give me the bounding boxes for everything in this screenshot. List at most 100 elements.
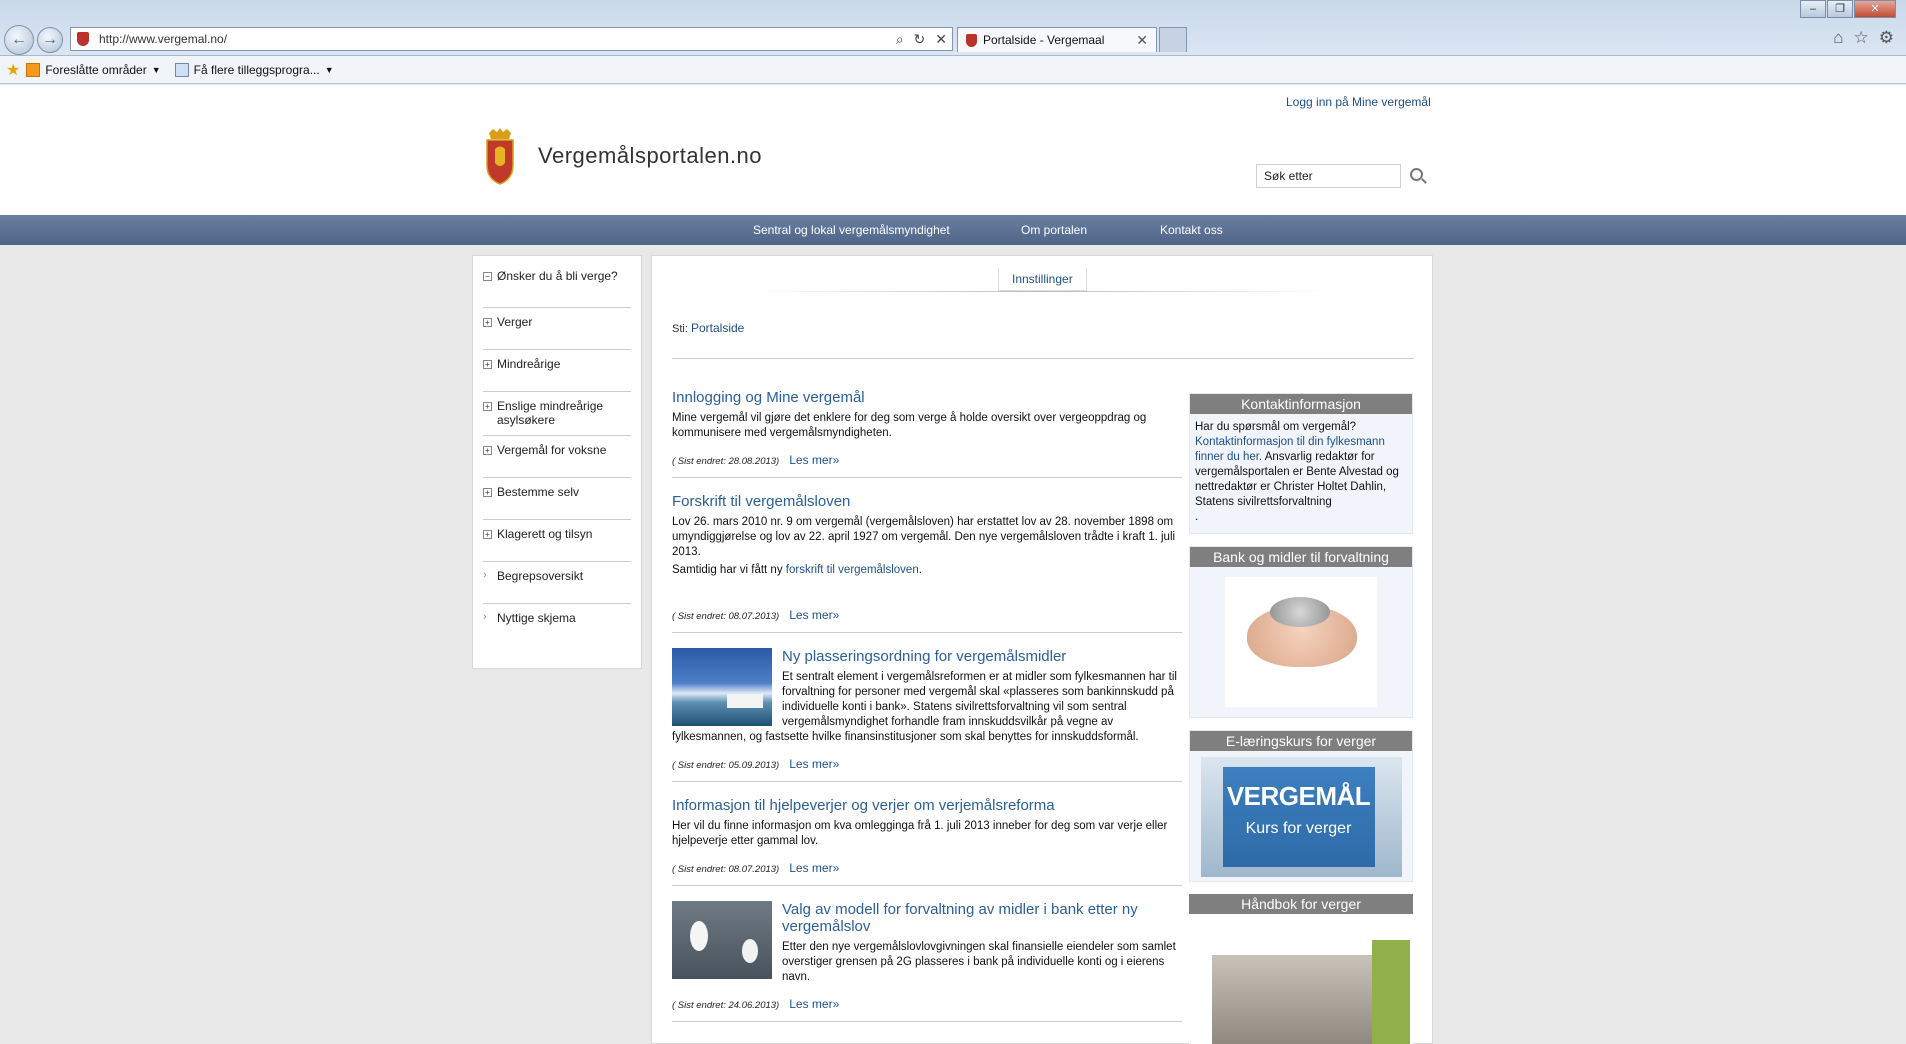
handbook-image[interactable] xyxy=(1192,940,1410,1044)
restore-icon[interactable]: ❐ xyxy=(1827,0,1853,18)
stop-icon[interactable]: ✕ xyxy=(935,31,947,48)
search-icon[interactable] xyxy=(1410,168,1423,181)
sidebar-item-adults[interactable]: + Vergemål for voksne xyxy=(483,436,631,478)
article-updated: ( Sist endret: 28.08.2013) xyxy=(672,456,780,467)
article-body: Her vil du finne informasjon om kva omle… xyxy=(672,820,1168,847)
site-favicon-icon xyxy=(77,32,89,46)
article-title-link[interactable]: Valg av modell for forvaltning av midler… xyxy=(782,901,1138,935)
site-name[interactable]: Vergemålsportalen.no xyxy=(538,143,762,169)
article-item: Forskrift til vergemålsloven Lov 26. mar… xyxy=(672,493,1182,633)
article-title-link[interactable]: Forskrift til vergemålsloven xyxy=(672,493,850,510)
expand-icon[interactable]: + xyxy=(483,530,492,539)
sidebar-item-asylum-minors[interactable]: + Enslige mindreårige asylsøkere xyxy=(483,392,631,436)
handbook-box: Håndbok for verger xyxy=(1189,894,1413,1044)
coat-of-arms-logo[interactable] xyxy=(484,127,516,185)
sidebar-item-label: Nyttige skjema xyxy=(497,611,576,625)
sidebar-item-label: Verger xyxy=(497,315,533,329)
main-menu: Sentral og lokal vergemålsmyndighet Om p… xyxy=(0,215,1906,245)
sidebar-item-label: Klagerett og tilsyn xyxy=(497,527,593,541)
read-more-link[interactable]: Les mer» xyxy=(789,453,839,467)
chevron-down-icon: ▼ xyxy=(151,64,161,75)
minimize-icon[interactable]: – xyxy=(1800,0,1826,18)
browser-toolbar-icons: ⌂ ☆ ⚙ xyxy=(1833,28,1894,48)
window-close-icon[interactable]: ✕ xyxy=(1854,0,1896,18)
sidebar-item-forms[interactable]: › Nyttige skjema xyxy=(483,604,631,646)
article-updated: ( Sist endret: 24.06.2013) xyxy=(672,1000,780,1011)
read-more-link[interactable]: Les mer» xyxy=(789,861,839,875)
favorites-star-icon[interactable]: ☆ xyxy=(1854,28,1869,48)
expand-icon[interactable]: + xyxy=(483,488,492,497)
settings-divider xyxy=(752,291,1332,292)
regulation-link[interactable]: forskrift til vergemålsloven xyxy=(786,564,919,576)
menu-item-authority[interactable]: Sentral og lokal vergemålsmyndighet xyxy=(753,223,950,237)
read-more-link[interactable]: Les mer» xyxy=(789,757,839,771)
expand-icon[interactable]: + xyxy=(483,318,492,327)
article-thumbnail-harbor[interactable] xyxy=(672,648,772,726)
tab-close-icon[interactable]: ✕ xyxy=(1136,32,1148,49)
menu-item-about[interactable]: Om portalen xyxy=(1021,223,1087,237)
elearning-box: E-læringskurs for verger VERGEMÅL Kurs f… xyxy=(1189,730,1413,882)
favorites-item-addons[interactable]: Få flere tilleggsprogra... ▼ xyxy=(174,62,334,77)
address-url[interactable]: http://www.vergemal.no/ xyxy=(99,32,891,46)
article-body: Mine vergemål vil gjøre det enklere for … xyxy=(672,412,1147,439)
collapse-icon[interactable]: − xyxy=(483,272,492,281)
read-more-link[interactable]: Les mer» xyxy=(789,997,839,1011)
expand-icon[interactable]: + xyxy=(483,446,492,455)
favorites-item-label: Få flere tilleggsprogra... xyxy=(193,62,320,77)
home-icon[interactable]: ⌂ xyxy=(1833,28,1843,48)
back-icon[interactable]: ← xyxy=(4,25,34,55)
settings-tab[interactable]: Innstillinger xyxy=(998,268,1087,291)
right-sidebar: Kontaktinformasjon Har du spørsmål om ve… xyxy=(1189,393,1413,1044)
elearning-banner-subtitle: Kurs for verger xyxy=(1245,820,1352,837)
chevron-right-icon: › xyxy=(483,611,487,623)
expand-icon[interactable]: + xyxy=(483,360,492,369)
sidebar-item-label: Vergemål for voksne xyxy=(497,443,607,457)
login-link[interactable]: Logg inn på Mine vergemål xyxy=(1286,95,1431,109)
article-item: Ny plasseringsordning for vergemålsmidle… xyxy=(672,648,1182,782)
coins-hands-image[interactable] xyxy=(1225,577,1377,707)
favorites-item-suggested[interactable]: Foreslåtte områder ▼ xyxy=(26,62,161,77)
article-thumbnail-swans[interactable] xyxy=(672,901,772,979)
refresh-icon[interactable]: ↻ xyxy=(914,31,926,48)
tab-title: Portalside - Vergemaal xyxy=(983,33,1105,47)
address-bar[interactable]: http://www.vergemal.no/ ⌕ ↻ ✕ xyxy=(70,27,953,51)
box-title: E-læringskurs for verger xyxy=(1190,731,1412,751)
search-input[interactable]: Søk etter xyxy=(1256,164,1401,188)
sidebar-item-become-guardian[interactable]: − Ønsker du å bli verge? xyxy=(483,266,631,308)
expand-icon[interactable]: + xyxy=(483,402,492,411)
article-title-link[interactable]: Ny plasseringsordning for vergemålsmidle… xyxy=(782,648,1066,665)
window-controls: – ❐ ✕ xyxy=(1799,0,1896,18)
elearning-banner[interactable]: VERGEMÅL Kurs for verger xyxy=(1200,757,1402,877)
sidebar-item-guardians[interactable]: + Verger xyxy=(483,308,631,350)
gear-icon[interactable]: ⚙ xyxy=(1879,28,1894,48)
sidebar-item-minors[interactable]: + Mindreårige xyxy=(483,350,631,392)
read-more-link[interactable]: Les mer» xyxy=(789,608,839,622)
menu-item-contact[interactable]: Kontakt oss xyxy=(1160,223,1223,237)
sidebar-item-complaints[interactable]: + Klagerett og tilsyn xyxy=(483,520,631,562)
sidebar-item-label: Enslige mindreårige asylsøkere xyxy=(497,399,604,427)
browser-tab[interactable]: Portalside - Vergemaal ✕ xyxy=(957,27,1157,52)
contact-trailing: . xyxy=(1195,511,1199,523)
article-title-link[interactable]: Innlogging og Mine vergemål xyxy=(672,389,865,406)
bank-box: Bank og midler til forvaltning xyxy=(1189,546,1413,718)
new-tab-button[interactable] xyxy=(1159,27,1187,52)
favorites-icon[interactable]: ★ xyxy=(6,60,20,80)
site-header: Logg inn på Mine vergemål Vergemålsporta… xyxy=(0,85,1906,215)
forward-icon[interactable]: → xyxy=(37,27,63,53)
main-content: Innstillinger Sti: Portalside Innlogging… xyxy=(651,255,1433,1044)
address-search-icon[interactable]: ⌕ xyxy=(896,31,904,48)
breadcrumb-link-home[interactable]: Portalside xyxy=(691,321,744,335)
web-page: Logg inn på Mine vergemål Vergemålsporta… xyxy=(0,85,1906,1044)
addons-icon xyxy=(174,62,189,77)
article-list: Innlogging og Mine vergemål Mine vergemå… xyxy=(672,389,1182,1037)
article-item: Informasjon til hjelpeverjer og verjer o… xyxy=(672,797,1182,886)
article-body: Lov 26. mars 2010 nr. 9 om vergemål (ver… xyxy=(672,516,1176,558)
contact-box: Kontaktinformasjon Har du spørsmål om ve… xyxy=(1189,393,1413,534)
box-title: Kontaktinformasjon xyxy=(1190,394,1412,414)
article-updated: ( Sist endret: 08.07.2013) xyxy=(672,611,780,622)
sidebar-item-glossary[interactable]: › Begrepsoversikt xyxy=(483,562,631,604)
article-title-link[interactable]: Informasjon til hjelpeverjer og verjer o… xyxy=(672,797,1055,814)
suggested-sites-icon xyxy=(26,62,41,77)
sidebar-item-label: Begrepsoversikt xyxy=(497,569,584,583)
sidebar-item-self-determination[interactable]: + Bestemme selv xyxy=(483,478,631,520)
